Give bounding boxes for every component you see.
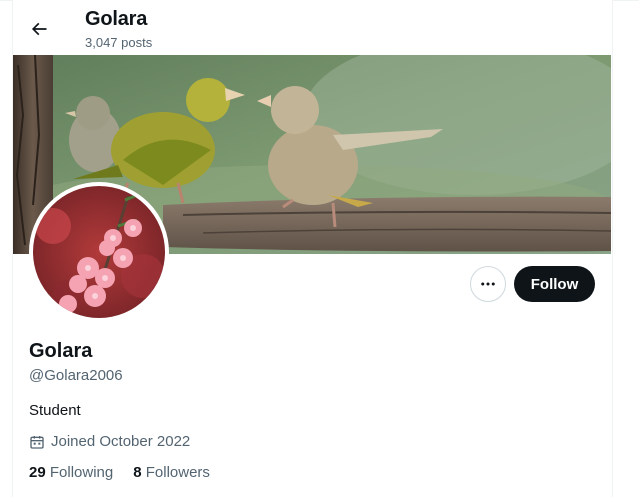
followers-count: 8 [133, 464, 142, 481]
following-link[interactable]: 29 Following [29, 464, 113, 481]
following-label: Following [49, 464, 114, 481]
display-name: Golara [29, 340, 93, 362]
arrow-left-icon [31, 22, 47, 36]
bio: Student [29, 402, 81, 419]
back-button[interactable] [24, 14, 54, 44]
header-title: Golara [85, 8, 148, 30]
join-date-text: Joined October 2022 [51, 433, 191, 450]
followers-label: Followers [145, 464, 210, 481]
user-handle: @Golara2006 [29, 367, 123, 384]
followers-link[interactable]: 8 Followers [133, 464, 210, 481]
more-options-button[interactable] [470, 266, 506, 302]
following-count: 29 [29, 464, 46, 481]
avatar[interactable] [29, 182, 169, 322]
more-dots-icon [481, 282, 495, 286]
follow-button[interactable]: Follow [514, 266, 595, 302]
follow-stats: 29 Following 8 Followers [29, 464, 210, 481]
header-post-count: 3,047 posts [85, 35, 153, 50]
calendar-icon [30, 435, 44, 449]
avatar-image [33, 186, 165, 318]
join-date: Joined October 2022 [29, 433, 190, 450]
